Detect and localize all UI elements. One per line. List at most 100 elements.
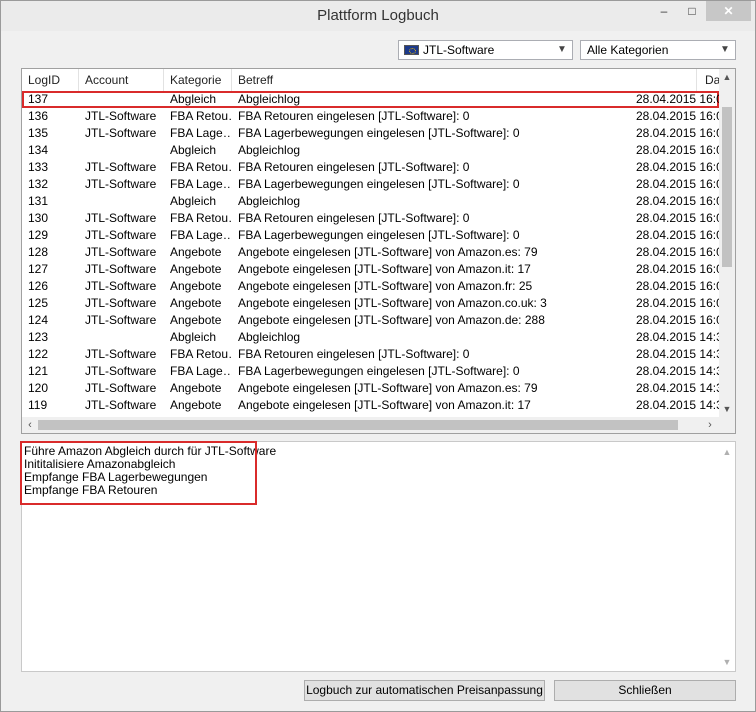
cell-kategorie: FBA Lage… (170, 364, 232, 378)
cell-kategorie: Angebote (170, 262, 222, 276)
cell-logid: 134 (28, 143, 49, 157)
maximize-button[interactable]: □ (679, 1, 705, 21)
table-row[interactable]: 128 JTL-Software Angebote Angebote eingeles… (22, 244, 719, 261)
column-header-logid[interactable]: LogID (22, 69, 79, 91)
cell-betreff: FBA Retouren eingelesen [JTL-Software]: … (238, 160, 470, 174)
cell-betreff: FBA Retouren eingelesen [JTL-Software]: … (238, 347, 470, 361)
cell-datum: 28.04.2015 14:37 (636, 347, 719, 361)
cell-betreff: Angebote eingelesen [JTL-Software] von A… (238, 245, 538, 259)
cell-datum: 28.04.2015 16:06 (636, 313, 719, 327)
table-row[interactable]: 120 JTL-Software Angebote Angebote eingeles… (22, 380, 719, 397)
cell-logid: 123 (28, 330, 49, 344)
table-header: LogID Account Kategorie Betreff Da (22, 69, 735, 92)
cell-kategorie: FBA Retou… (170, 109, 232, 123)
column-header-betreff[interactable]: Betreff (232, 69, 697, 91)
table-row[interactable]: 134 Abgleich Abgleichlog 28.04.2015 16:07 (22, 142, 719, 159)
cell-betreff: FBA Lagerbewegungen eingelesen [JTL-Soft… (238, 126, 520, 140)
cell-account: JTL-Software (85, 279, 157, 293)
cell-logid: 132 (28, 177, 49, 191)
table-row[interactable]: 133 JTL-Software FBA Retou… FBA Retouren ei… (22, 159, 719, 176)
cell-logid: 124 (28, 313, 49, 327)
cell-betreff: FBA Lagerbewegungen eingelesen [JTL-Soft… (238, 177, 520, 191)
table-row[interactable]: 125 JTL-Software Angebote Angebote eingeles… (22, 295, 719, 312)
cell-kategorie: Angebote (170, 398, 222, 412)
cell-account (79, 193, 164, 210)
scroll-up-icon[interactable]: ▲ (719, 69, 735, 85)
cell-datum: 28.04.2015 14:37 (636, 330, 719, 344)
cell-account: JTL-Software (85, 109, 157, 123)
cell-betreff: FBA Lagerbewegungen eingelesen [JTL-Soft… (238, 364, 520, 378)
cell-logid: 129 (28, 228, 49, 242)
cell-logid: 137 (28, 92, 49, 106)
horizontal-scrollbar[interactable]: ‹ › (22, 417, 719, 433)
cell-logid: 125 (28, 296, 49, 310)
title-bar[interactable]: Plattform Logbuch ‒ □ ✕ (1, 1, 755, 31)
table-row[interactable]: 119 JTL-Software Angebote Angebote eingeles… (22, 397, 719, 414)
log-detail-lines: Führe Amazon Abgleich durch für JTL-Soft… (20, 441, 276, 505)
table-row[interactable]: 135 JTL-Software FBA Lage… FBA Lagerbewegun… (22, 125, 719, 142)
scroll-left-icon[interactable]: ‹ (22, 417, 38, 433)
account-select-value: JTL-Software (423, 43, 495, 57)
cell-kategorie: Angebote (170, 245, 222, 259)
minimize-button[interactable]: ‒ (651, 1, 677, 21)
cell-logid: 120 (28, 381, 49, 395)
eu-flag-icon (404, 45, 419, 55)
chevron-down-icon: ▼ (720, 44, 730, 55)
table-row[interactable]: 131 Abgleich Abgleichlog 28.04.2015 16:06 (22, 193, 719, 210)
cell-account: JTL-Software (85, 245, 157, 259)
table-row[interactable]: 130 JTL-Software FBA Retou… FBA Retouren ei… (22, 210, 719, 227)
table-row[interactable]: 121 JTL-Software FBA Lage… FBA Lagerbewegun… (22, 363, 719, 380)
table-row[interactable]: 129 JTL-Software FBA Lage… FBA Lagerbewegun… (22, 227, 719, 244)
cell-betreff: Angebote eingelesen [JTL-Software] von A… (238, 313, 545, 327)
table-row[interactable]: 127 JTL-Software Angebote Angebote eingeles… (22, 261, 719, 278)
table-row[interactable]: 122 JTL-Software FBA Retou… FBA Retouren ei… (22, 346, 719, 363)
table-row[interactable]: 132 JTL-Software FBA Lage… FBA Lagerbewegun… (22, 176, 719, 193)
table-row[interactable]: 137 Abgleich Abgleichlog 28.04.2015 16:08 (22, 91, 719, 108)
cell-betreff: FBA Retouren eingelesen [JTL-Software]: … (238, 211, 470, 225)
column-header-account[interactable]: Account (79, 69, 164, 91)
log-detail-box[interactable]: Führe Amazon Abgleich durch für JTL-Soft… (20, 441, 736, 672)
log-table: LogID Account Kategorie Betreff Da 137 Ab… (21, 68, 736, 434)
table-row[interactable]: 124 JTL-Software Angebote Angebote eingeles… (22, 312, 719, 329)
scroll-right-icon[interactable]: › (702, 417, 718, 433)
cell-kategorie: Angebote (170, 313, 222, 327)
cell-betreff: Angebote eingelesen [JTL-Software] von A… (238, 381, 538, 395)
cell-betreff: Abgleichlog (238, 194, 301, 208)
column-header-kategorie[interactable]: Kategorie (164, 69, 232, 91)
cell-betreff: Abgleichlog (238, 143, 301, 157)
window-title: Plattform Logbuch (317, 7, 439, 24)
close-window-button[interactable]: ✕ (706, 1, 751, 21)
cell-logid: 122 (28, 347, 49, 361)
vertical-scrollbar[interactable]: ▲ ▼ (719, 69, 735, 417)
cell-betreff: FBA Retouren eingelesen [JTL-Software]: … (238, 109, 470, 123)
cell-datum: 28.04.2015 16:06 (636, 194, 719, 208)
cell-account: JTL-Software (85, 228, 157, 242)
cell-betreff: Angebote eingelesen [JTL-Software] von A… (238, 398, 531, 412)
log-vertical-scrollbar[interactable]: ▲ ▼ (719, 442, 735, 671)
cell-account (79, 329, 164, 346)
table-row[interactable]: 123 Abgleich Abgleichlog 28.04.2015 14:37 (22, 329, 719, 346)
account-select[interactable]: JTL-Software ▼ (398, 40, 573, 60)
close-button[interactable]: Schließen (554, 680, 736, 701)
table-row[interactable]: 126 JTL-Software Angebote Angebote eingeles… (22, 278, 719, 295)
cell-betreff: FBA Lagerbewegungen eingelesen [JTL-Soft… (238, 228, 520, 242)
price-adjustment-log-button[interactable]: Logbuch zur automatischen Preisanpassung (304, 680, 545, 701)
cell-account: JTL-Software (85, 211, 157, 225)
cell-datum: 28.04.2015 16:08 (636, 92, 719, 106)
cell-datum: 28.04.2015 16:06 (636, 228, 719, 242)
cell-kategorie: FBA Retou… (170, 347, 232, 361)
cell-kategorie: Angebote (170, 381, 222, 395)
scroll-down-icon[interactable]: ▼ (719, 401, 735, 417)
scroll-up-icon[interactable]: ▲ (719, 444, 735, 460)
cell-kategorie: Angebote (170, 279, 222, 293)
category-select-value: Alle Kategorien (587, 43, 669, 57)
table-row[interactable]: 136 JTL-Software FBA Retou… FBA Retouren ei… (22, 108, 719, 125)
scroll-down-icon[interactable]: ▼ (719, 654, 735, 670)
cell-logid: 128 (28, 245, 49, 259)
cell-kategorie: FBA Lage… (170, 228, 232, 242)
table-body: 137AbgleichAbgleichlog28.04.2015 16:0813… (22, 91, 719, 417)
category-select[interactable]: Alle Kategorien ▼ (580, 40, 736, 60)
scroll-thumb[interactable] (38, 420, 678, 430)
log-line: Empfange FBA Retouren (24, 483, 158, 497)
scroll-thumb[interactable] (722, 107, 732, 267)
